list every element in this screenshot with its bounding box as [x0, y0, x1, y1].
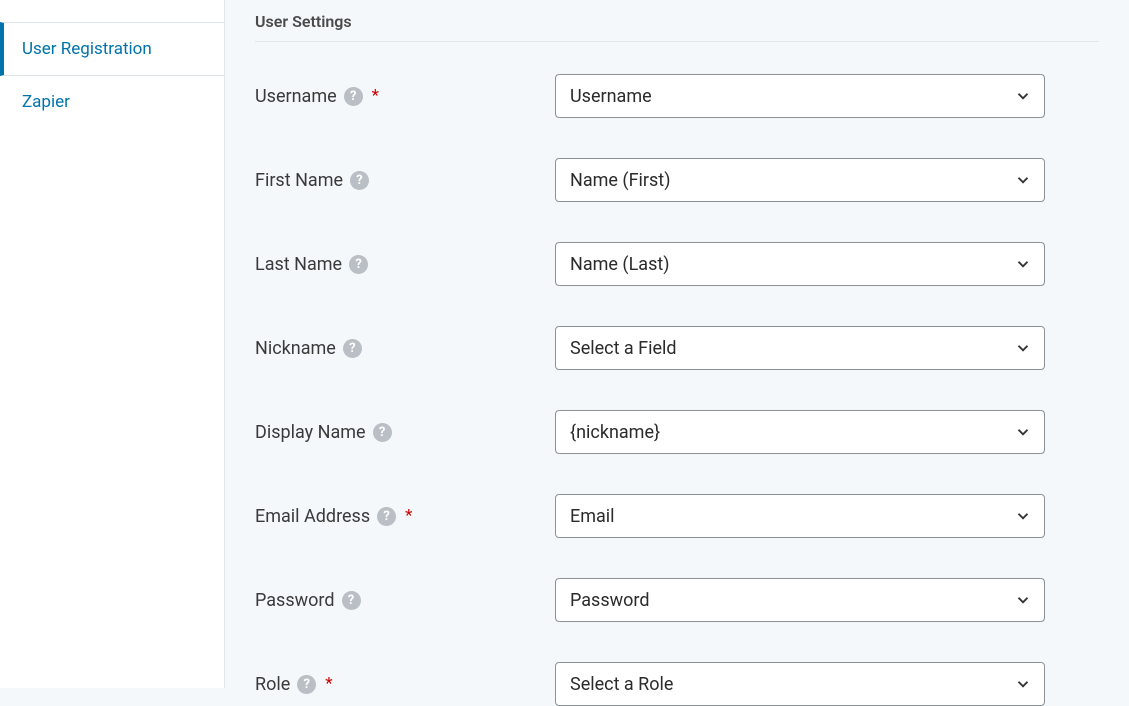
label-first-name: First Name: [255, 170, 343, 191]
control-wrap-username: Username: [555, 74, 1045, 118]
control-wrap-last-name: Name (Last): [555, 242, 1045, 286]
label-wrap-password: Password ?: [255, 590, 555, 611]
help-icon[interactable]: ?: [297, 675, 316, 694]
control-wrap-nickname: Select a Field: [555, 326, 1045, 370]
label-password: Password: [255, 590, 335, 611]
help-icon[interactable]: ?: [350, 171, 369, 190]
control-wrap-role: Select a Role: [555, 662, 1045, 706]
label-wrap-role: Role ? *: [255, 674, 555, 695]
label-username: Username: [255, 86, 337, 107]
required-asterisk: *: [325, 674, 332, 694]
label-wrap-email: Email Address ? *: [255, 506, 555, 527]
select-value: Select a Role: [570, 674, 673, 695]
control-wrap-email: Email: [555, 494, 1045, 538]
help-icon[interactable]: ?: [344, 87, 363, 106]
select-value: Email: [570, 506, 615, 527]
help-icon[interactable]: ?: [343, 339, 362, 358]
select-username[interactable]: Username: [555, 74, 1045, 118]
select-value: Username: [570, 86, 652, 107]
sidebar-item-label: User Registration: [22, 39, 152, 59]
help-icon[interactable]: ?: [349, 255, 368, 274]
help-icon[interactable]: ?: [373, 423, 392, 442]
select-first-name[interactable]: Name (First): [555, 158, 1045, 202]
row-role: Role ? * Select a Role: [255, 662, 1099, 706]
help-icon[interactable]: ?: [377, 507, 396, 526]
row-email: Email Address ? * Email: [255, 494, 1099, 538]
row-nickname: Nickname ? Select a Field: [255, 326, 1099, 370]
select-password[interactable]: Password: [555, 578, 1045, 622]
chevron-down-icon: [1014, 591, 1032, 609]
select-value: Name (Last): [570, 254, 670, 275]
sidebar-item-user-registration[interactable]: User Registration: [0, 22, 224, 76]
label-wrap-last-name: Last Name ?: [255, 254, 555, 275]
sidebar: User Registration Zapier: [0, 0, 225, 688]
chevron-down-icon: [1014, 255, 1032, 273]
required-asterisk: *: [405, 506, 412, 526]
control-wrap-password: Password: [555, 578, 1045, 622]
label-wrap-username: Username ? *: [255, 86, 555, 107]
select-display-name[interactable]: {nickname}: [555, 410, 1045, 454]
select-role[interactable]: Select a Role: [555, 662, 1045, 706]
select-value: Name (First): [570, 170, 670, 191]
select-value: {nickname}: [570, 422, 660, 443]
select-nickname[interactable]: Select a Field: [555, 326, 1045, 370]
help-icon[interactable]: ?: [342, 591, 361, 610]
label-nickname: Nickname: [255, 338, 336, 359]
label-wrap-nickname: Nickname ?: [255, 338, 555, 359]
sidebar-item-label: Zapier: [22, 92, 70, 112]
select-value: Select a Field: [570, 338, 677, 359]
label-email: Email Address: [255, 506, 370, 527]
label-display-name: Display Name: [255, 422, 366, 443]
main-panel: User Settings Username ? * Username Firs…: [225, 0, 1129, 688]
row-password: Password ? Password: [255, 578, 1099, 622]
chevron-down-icon: [1014, 171, 1032, 189]
select-value: Password: [570, 590, 650, 611]
section-title: User Settings: [255, 0, 1099, 42]
control-wrap-first-name: Name (First): [555, 158, 1045, 202]
chevron-down-icon: [1014, 675, 1032, 693]
select-email[interactable]: Email: [555, 494, 1045, 538]
label-role: Role: [255, 674, 290, 695]
chevron-down-icon: [1014, 507, 1032, 525]
row-last-name: Last Name ? Name (Last): [255, 242, 1099, 286]
chevron-down-icon: [1014, 87, 1032, 105]
required-asterisk: *: [372, 86, 379, 106]
row-display-name: Display Name ? {nickname}: [255, 410, 1099, 454]
label-wrap-display-name: Display Name ?: [255, 422, 555, 443]
label-wrap-first-name: First Name ?: [255, 170, 555, 191]
sidebar-item-zapier[interactable]: Zapier: [0, 76, 224, 128]
select-last-name[interactable]: Name (Last): [555, 242, 1045, 286]
label-last-name: Last Name: [255, 254, 342, 275]
control-wrap-display-name: {nickname}: [555, 410, 1045, 454]
chevron-down-icon: [1014, 339, 1032, 357]
row-username: Username ? * Username: [255, 74, 1099, 118]
chevron-down-icon: [1014, 423, 1032, 441]
row-first-name: First Name ? Name (First): [255, 158, 1099, 202]
